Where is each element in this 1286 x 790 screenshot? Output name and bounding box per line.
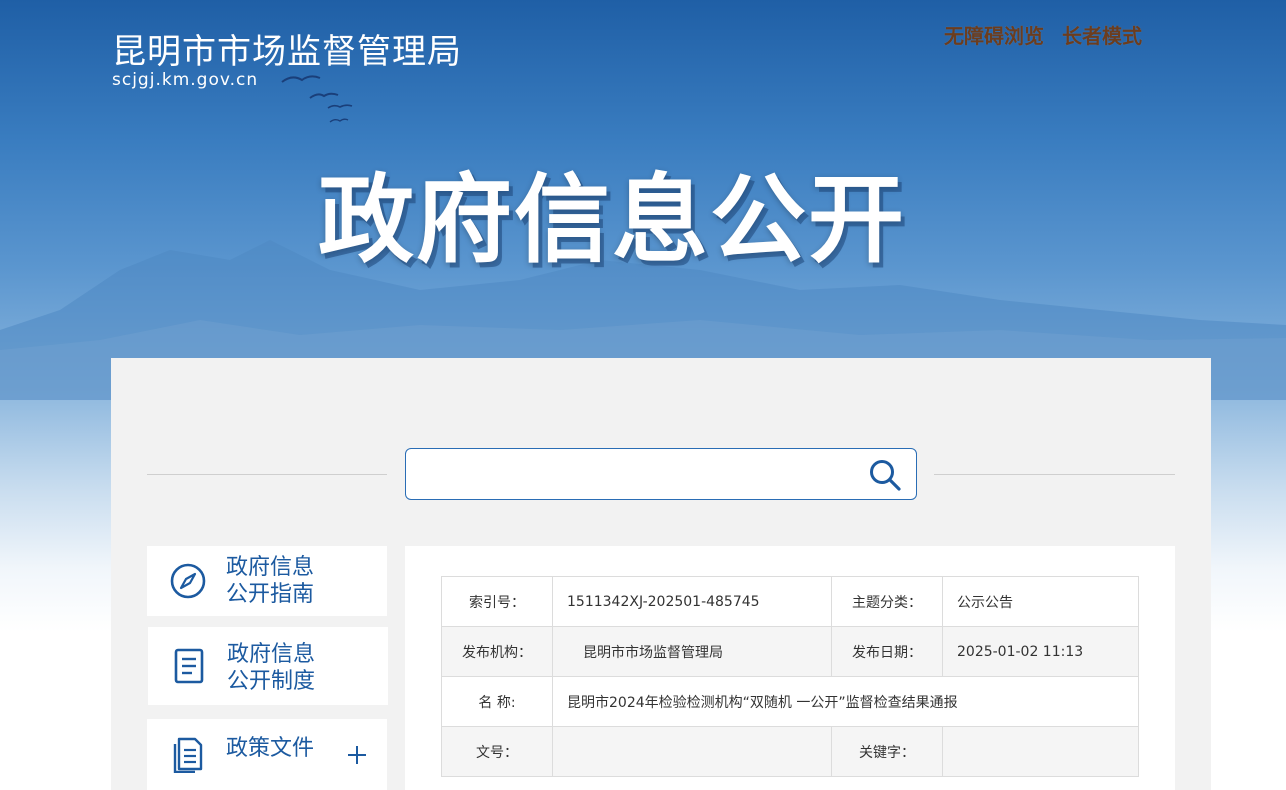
publisher-value: 昆明市市场监督管理局 xyxy=(552,626,832,677)
sidebar-item-label-line2: 公开制度 xyxy=(227,669,316,694)
index-value: 1511342XJ-202501-485745 xyxy=(552,576,832,627)
sidebar-item-label: 政府信息 公开指南 xyxy=(226,554,314,608)
site-title: 昆明市市场监督管理局 xyxy=(112,32,462,72)
sidebar-item-label-line1: 政府信息 xyxy=(227,642,316,667)
publisher-label: 发布机构： xyxy=(441,626,553,677)
docno-value xyxy=(552,726,832,777)
keyword-label: 关键字： xyxy=(831,726,943,777)
site-domain: scjgj.km.gov.cn xyxy=(112,70,259,90)
table-row: 名 称: 昆明市2024年检验检测机构“双随机 一公开”监督检查结果通报 xyxy=(441,676,1139,727)
name-label: 名 称: xyxy=(441,676,553,727)
search-input[interactable] xyxy=(414,457,854,491)
sidebar-item-label-line1: 政府信息 xyxy=(226,555,315,580)
docno-label: 文号： xyxy=(441,726,553,777)
date-label: 发布日期： xyxy=(831,626,943,677)
table-row: 索引号： 1511342XJ-202501-485745 主题分类： 公示公告 xyxy=(441,576,1139,627)
search-icon xyxy=(870,460,901,491)
sidebar-item-label: 政府信息 公开制度 xyxy=(227,641,315,695)
compass-icon xyxy=(170,563,206,599)
topic-label: 主题分类： xyxy=(831,576,943,627)
sidebar-item-label-line2: 公开指南 xyxy=(226,582,315,607)
files-icon xyxy=(173,737,203,773)
index-label: 索引号： xyxy=(441,576,553,627)
sidebar-item-policy[interactable]: 政府信息 公开制度 xyxy=(148,627,388,705)
accessibility-link[interactable]: 无障碍浏览 xyxy=(944,20,1044,49)
search-button[interactable] xyxy=(868,458,902,492)
top-links: 无障碍浏览 长者模式 xyxy=(944,20,1142,49)
search-box xyxy=(405,448,917,500)
sidebar-item-guide[interactable]: 政府信息 公开指南 xyxy=(147,546,387,616)
keyword-value xyxy=(942,726,1139,777)
divider-right xyxy=(934,474,1175,475)
sidebar-item-label: 政策文件 xyxy=(226,736,315,761)
banner-title: 政府信息公开 xyxy=(318,164,906,276)
document-meta-table: 索引号： 1511342XJ-202501-485745 主题分类： 公示公告 … xyxy=(441,576,1139,777)
elder-mode-link[interactable]: 长者模式 xyxy=(1062,20,1142,49)
sidebar-item-documents[interactable]: 政策文件 xyxy=(147,719,387,790)
plus-icon[interactable] xyxy=(347,745,367,765)
topic-value: 公示公告 xyxy=(942,576,1139,627)
document-icon xyxy=(174,648,204,684)
name-value: 昆明市2024年检验检测机构“双随机 一公开”监督检查结果通报 xyxy=(552,676,1139,727)
birds-decoration xyxy=(281,75,353,123)
date-value: 2025-01-02 11:13 xyxy=(942,626,1139,677)
table-row: 文号： 关键字： xyxy=(441,726,1139,777)
table-row: 发布机构： 昆明市市场监督管理局 发布日期： 2025-01-02 11:13 xyxy=(441,626,1139,677)
divider-left xyxy=(147,474,387,475)
